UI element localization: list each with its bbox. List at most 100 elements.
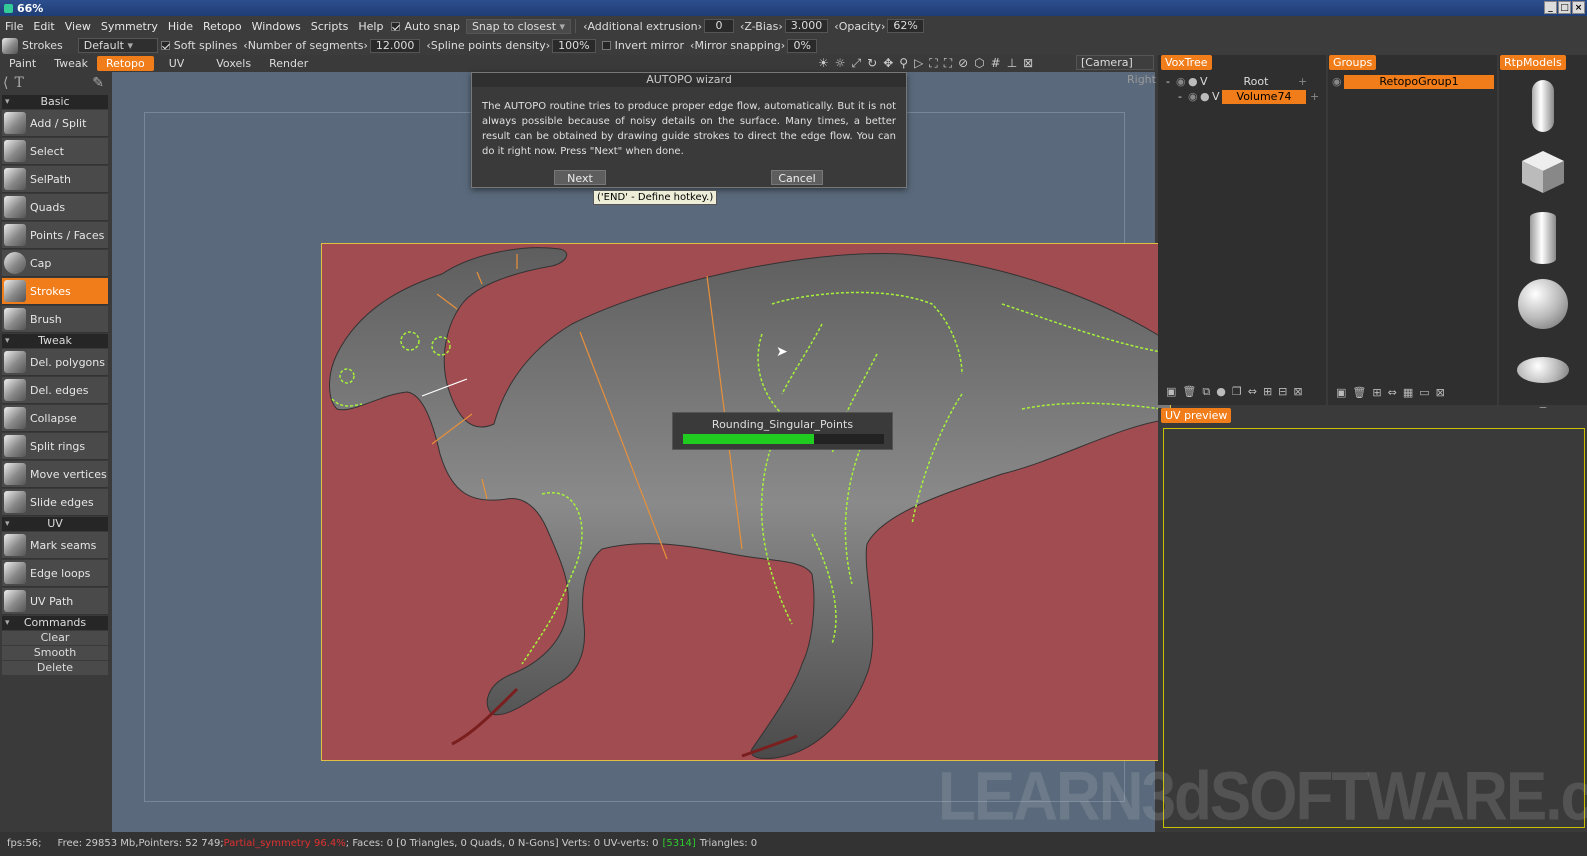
tool-mark-seams[interactable]: Mark seams xyxy=(2,532,108,559)
opacity-value[interactable]: 62% xyxy=(887,19,924,33)
new-group-icon[interactable]: ▣ xyxy=(1336,386,1346,399)
merge-icon[interactable]: ⊞ xyxy=(1372,386,1381,399)
menu-symmetry[interactable]: Symmetry xyxy=(96,20,163,33)
mirror-snapping-field[interactable]: ‹ Mirror snapping › 0% xyxy=(687,38,820,53)
tree-item-volume74[interactable]: - ◉ ● V Volume74 + xyxy=(1158,89,1326,104)
group-item-retopogroup1[interactable]: ◉ RetopoGroup1 xyxy=(1328,74,1497,89)
tree-item-root[interactable]: - ◉ ● V Root + xyxy=(1158,74,1326,89)
trash-icon[interactable]: 🗑 xyxy=(1352,386,1366,399)
menu-retopo[interactable]: Retopo xyxy=(198,20,247,33)
zbias-value[interactable]: 3.000 xyxy=(784,19,829,33)
minimize-button[interactable]: _ xyxy=(1544,1,1557,14)
expand-icon[interactable]: - xyxy=(1178,90,1188,103)
close-icon[interactable]: ⊠ xyxy=(1436,386,1445,399)
dinosaur-model[interactable] xyxy=(322,244,1171,761)
split-icon[interactable]: ⊟ xyxy=(1278,385,1287,399)
forbid-icon[interactable]: ⊘ xyxy=(958,56,968,71)
section-tweak[interactable]: Tweak xyxy=(2,334,108,348)
tab-tweak[interactable]: Tweak xyxy=(45,56,97,71)
expand-icon[interactable]: - xyxy=(1166,75,1176,88)
menu-view[interactable]: View xyxy=(60,20,96,33)
additional-extrusion-value[interactable]: 0 xyxy=(703,19,734,33)
tool-quads[interactable]: Quads xyxy=(2,194,108,221)
tool-edge-loops[interactable]: Edge loops xyxy=(2,560,108,587)
axes-icon[interactable]: ⊥ xyxy=(1007,56,1017,71)
collapse-icon[interactable]: ⟨ xyxy=(3,75,8,91)
menu-edit[interactable]: Edit xyxy=(28,20,59,33)
zoom-icon[interactable]: ⚲ xyxy=(899,56,908,71)
snap-mode-select[interactable]: Snap to closest xyxy=(465,18,572,34)
zbias-field[interactable]: ‹ Z-Bias › 3.000 xyxy=(737,19,831,33)
merge-icon[interactable]: ⊞ xyxy=(1263,385,1272,399)
cylinder-model[interactable] xyxy=(1513,208,1573,268)
next-button[interactable]: Next xyxy=(554,170,606,185)
section-commands[interactable]: Commands xyxy=(2,616,108,630)
tool-add-split[interactable]: Add / Split xyxy=(2,110,108,137)
text-tool-icon[interactable]: T xyxy=(14,75,23,91)
close-icon[interactable]: ⊠ xyxy=(1293,385,1302,399)
camera-select[interactable]: [Camera] xyxy=(1076,55,1165,70)
tool-del-edges[interactable]: Del. edges xyxy=(2,377,108,404)
tab-uv[interactable]: UV xyxy=(160,56,194,71)
grid-icon[interactable]: # xyxy=(991,56,1001,71)
pen-icon[interactable]: ✎ xyxy=(92,75,104,91)
tool-points-faces[interactable]: Points / Faces xyxy=(2,222,108,249)
clear-button[interactable]: Clear xyxy=(2,631,108,645)
smooth-button[interactable]: Smooth xyxy=(2,646,108,660)
rotate-icon[interactable]: ↻ xyxy=(867,56,877,71)
new-volume-icon[interactable]: ▣ xyxy=(1166,385,1176,399)
soft-splines-toggle[interactable]: Soft splines xyxy=(158,39,241,52)
fullscreen-icon[interactable]: ⊠ xyxy=(1023,56,1033,71)
copy-icon[interactable]: ⧉ xyxy=(1202,385,1210,399)
rtpmodels-tab[interactable]: RtpModels xyxy=(1500,55,1566,70)
tool-strokes[interactable]: Strokes xyxy=(2,278,108,305)
sphere-add-icon[interactable]: ● xyxy=(1216,385,1226,399)
tool-collapse[interactable]: Collapse xyxy=(2,405,108,432)
trash-icon[interactable]: 🗑 xyxy=(1182,385,1196,399)
cube-model[interactable] xyxy=(1513,142,1573,202)
grid-icon[interactable]: ▦ xyxy=(1403,386,1413,399)
tool-selpath[interactable]: SelPath xyxy=(2,166,108,193)
axis-icon[interactable]: ⤢ xyxy=(852,56,862,71)
opacity-field[interactable]: ‹ Opacity › 62% xyxy=(831,19,927,33)
section-uv[interactable]: UV xyxy=(2,517,108,531)
menu-scripts[interactable]: Scripts xyxy=(306,20,354,33)
ellipsoid-model[interactable] xyxy=(1513,340,1573,400)
viewport[interactable]: AUTOPO wizard The AUTOPO routine tries t… xyxy=(112,72,1171,832)
tool-move-vertices[interactable]: Move vertices xyxy=(2,461,108,488)
light-move-icon[interactable]: ☼ xyxy=(835,56,846,71)
move-icon[interactable]: ⇔ xyxy=(1248,385,1257,399)
delete-button[interactable]: Delete xyxy=(2,661,108,675)
uv-preview-tab[interactable]: UV preview xyxy=(1161,408,1232,423)
section-basic[interactable]: Basic xyxy=(2,95,108,109)
pan-icon[interactable]: ✥ xyxy=(883,56,893,71)
density-value[interactable]: 100% xyxy=(552,38,596,53)
cube-view-icon[interactable]: ⬡ xyxy=(974,56,984,71)
menu-help[interactable]: Help xyxy=(353,20,388,33)
maximize-button[interactable]: □ xyxy=(1558,1,1571,14)
menu-file[interactable]: File xyxy=(0,20,28,33)
add-icon[interactable]: + xyxy=(1298,75,1307,88)
close-button[interactable]: × xyxy=(1572,1,1585,14)
tool-select[interactable]: Select xyxy=(2,138,108,165)
menu-windows[interactable]: Windows xyxy=(247,20,306,33)
cancel-button[interactable]: Cancel xyxy=(771,170,823,185)
visibility-icon[interactable]: ◉ xyxy=(1176,75,1188,88)
tool-cap[interactable]: Cap xyxy=(2,250,108,277)
density-field[interactable]: ‹ Spline points density › 100% xyxy=(423,38,598,53)
sphere-model[interactable] xyxy=(1513,274,1573,334)
groups-tab[interactable]: Groups xyxy=(1329,55,1377,70)
mirror-snapping-value[interactable]: 0% xyxy=(787,38,818,53)
auto-snap-toggle[interactable]: Auto snap xyxy=(388,20,462,33)
play-icon[interactable]: ▷ xyxy=(914,56,923,71)
segments-field[interactable]: ‹ Number of segments › 12.000 xyxy=(240,38,423,53)
tab-render[interactable]: Render xyxy=(260,56,317,71)
preset-select[interactable]: Default xyxy=(77,38,158,53)
menu-hide[interactable]: Hide xyxy=(163,20,198,33)
tool-split-rings[interactable]: Split rings xyxy=(2,433,108,460)
fit-icon[interactable]: ⛶ xyxy=(944,56,952,71)
clone-icon[interactable]: ❐ xyxy=(1232,385,1242,399)
add-icon[interactable]: + xyxy=(1310,90,1319,103)
voxtree-tab[interactable]: VoxTree xyxy=(1161,55,1212,70)
visibility-icon[interactable]: ◉ xyxy=(1188,90,1200,103)
